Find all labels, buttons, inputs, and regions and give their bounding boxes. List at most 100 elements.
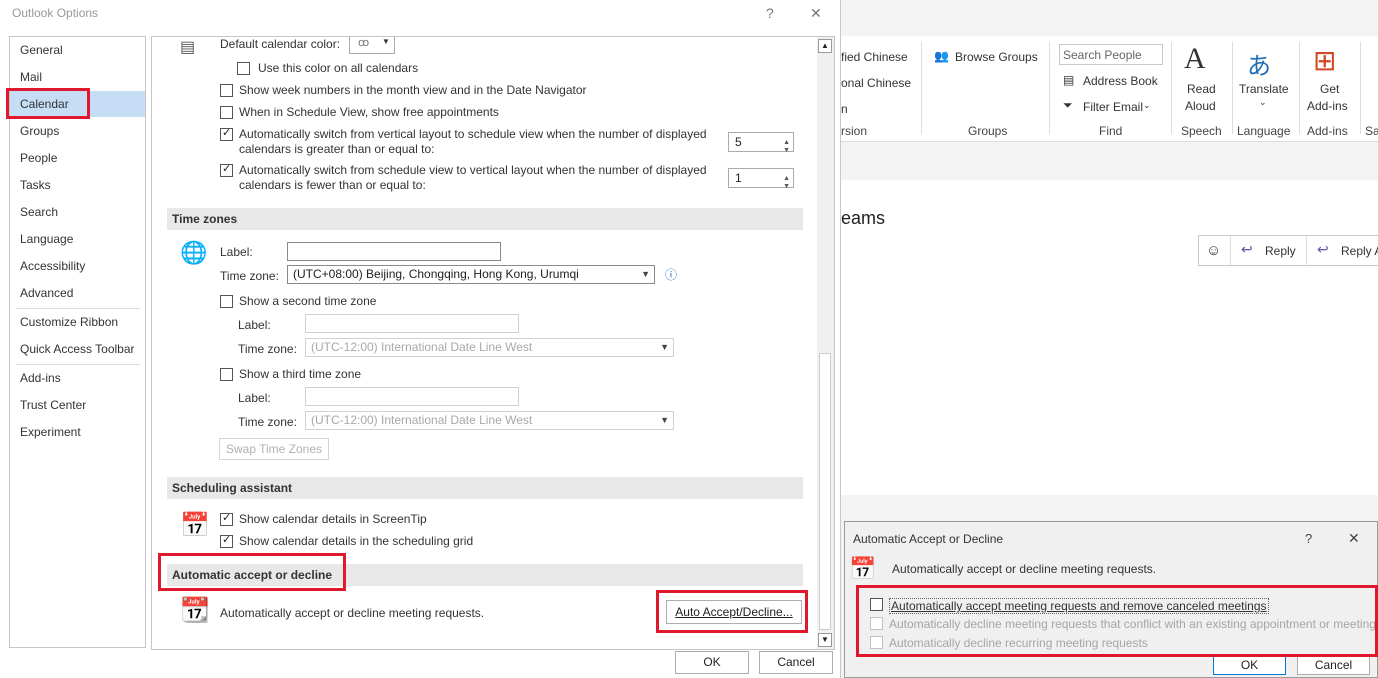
reply-button[interactable]: Reply <box>1265 244 1296 258</box>
third-tz-checkbox[interactable] <box>220 368 233 381</box>
scrollbar[interactable]: ▲ ▼ <box>817 37 834 649</box>
filter-email-button[interactable]: Filter Email <box>1083 100 1143 114</box>
read-aloud-icon: A <box>1184 42 1206 75</box>
third-tz-label-label: Label: <box>238 391 271 405</box>
auto-switch-2-spinner[interactable]: 1 ▲ ▼ <box>728 168 794 190</box>
chevron-down-icon: ▼ <box>660 342 669 352</box>
second-tz-label-input[interactable] <box>305 314 519 333</box>
globe-icon: 🌐 <box>180 240 208 265</box>
lang-item-1[interactable]: fied Chinese <box>841 50 908 64</box>
lang-item-3[interactable]: n <box>841 102 848 116</box>
auto-help-button[interactable]: ? <box>1305 531 1312 546</box>
reply-all-button[interactable]: Reply A <box>1341 244 1378 258</box>
version-group-label: rsion <box>841 124 868 138</box>
auto-dialog-title: Automatic Accept or Decline <box>853 532 1004 546</box>
second-tz-checkbox[interactable] <box>220 295 233 308</box>
nav-tasks[interactable]: Tasks <box>10 172 145 198</box>
second-tz-timezone-label: Time zone: <box>238 342 297 356</box>
use-color-all-label: Use this color on all calendars <box>258 61 419 75</box>
lang-item-2[interactable]: onal Chinese <box>841 76 911 90</box>
scroll-down-icon[interactable]: ▼ <box>818 633 832 647</box>
auto-switch-1-label-a: Automatically switch from vertical layou… <box>239 127 707 141</box>
browse-groups-button[interactable]: Browse Groups <box>955 50 1038 64</box>
highlight-auto-options <box>856 585 1378 657</box>
speech-label: Speech <box>1181 124 1222 138</box>
calendar-color-picker[interactable]: ꝏ ▼ <box>349 37 395 54</box>
nav-accessibility[interactable]: Accessibility <box>10 253 145 279</box>
schedule-free-checkbox[interactable] <box>220 106 233 119</box>
info-icon[interactable]: ⓘ <box>665 266 677 283</box>
nav-search[interactable]: Search <box>10 199 145 225</box>
get-label[interactable]: Get <box>1320 82 1339 96</box>
second-tz-select[interactable]: (UTC-12:00) International Date Line West… <box>305 338 674 357</box>
ribbon: fied Chinese onal Chinese n rsion 👥 Brow… <box>841 36 1378 142</box>
color-swatch-icon: ꝏ <box>358 37 370 49</box>
scroll-up-icon[interactable]: ▲ <box>818 39 832 53</box>
tz-label-input[interactable] <box>287 242 501 261</box>
close-button[interactable]: ✕ <box>810 5 822 22</box>
third-tz-label-input[interactable] <box>305 387 519 406</box>
third-tz-select[interactable]: (UTC-12:00) International Date Line West… <box>305 411 674 430</box>
nav-experiment[interactable]: Experiment <box>10 419 145 445</box>
auto-switch-2-label-b: calendars is fewer than or equal to: <box>239 178 426 192</box>
cancel-button[interactable]: Cancel <box>759 651 833 674</box>
auto-ok-button[interactable]: OK <box>1213 655 1286 675</box>
help-button[interactable]: ? <box>766 5 774 21</box>
calendar-icon: 📅 <box>849 556 877 581</box>
ok-button[interactable]: OK <box>675 651 749 674</box>
auto-switch-1-value: 5 <box>735 135 742 149</box>
groups-label: Groups <box>968 124 1008 138</box>
nav-quick-access-toolbar[interactable]: Quick Access Toolbar <box>10 336 145 362</box>
auto-switch-1-label-b: calendars is greater than or equal to: <box>239 142 435 156</box>
nav-advanced[interactable]: Advanced <box>10 280 145 306</box>
week-numbers-checkbox[interactable] <box>220 84 233 97</box>
addins-group-label: Add-ins <box>1307 124 1348 138</box>
nav-add-ins[interactable]: Add-ins <box>10 365 145 391</box>
auto-accept-desc: Automatically accept or decline meeting … <box>220 606 485 620</box>
address-book-button[interactable]: Address Book <box>1083 74 1158 88</box>
auto-switch-2-label-a: Automatically switch from schedule view … <box>239 163 707 177</box>
address-book-icon: ▤ <box>1063 73 1075 87</box>
tz-label-label: Label: <box>220 245 253 259</box>
nav-people[interactable]: People <box>10 145 145 171</box>
auto-close-button[interactable]: ✕ <box>1348 530 1360 547</box>
spin-down-icon[interactable]: ▼ <box>783 178 790 196</box>
time-zones-header: Time zones <box>167 208 803 230</box>
people-icon: 👥 <box>934 49 949 63</box>
nav-trust-center[interactable]: Trust Center <box>10 392 145 418</box>
screentip-checkbox[interactable] <box>220 511 233 526</box>
mail-subject: eams <box>841 208 886 228</box>
use-color-all-checkbox[interactable] <box>237 62 250 75</box>
swap-time-zones-button[interactable]: Swap Time Zones <box>219 438 329 460</box>
reply-toolbar: ☺ ↩ Reply ↩ Reply A <box>1198 235 1378 266</box>
addins-label[interactable]: Add-ins <box>1307 99 1348 113</box>
emoji-icon[interactable]: ☺ <box>1206 242 1221 259</box>
scheduling-icon: 📅 <box>180 512 210 539</box>
auto-cancel-button[interactable]: Cancel <box>1297 655 1370 675</box>
search-people-box[interactable]: Search People <box>1059 44 1163 65</box>
nav-mail[interactable]: Mail <box>10 64 145 90</box>
nav-general[interactable]: General <box>10 37 145 63</box>
nav-customize-ribbon[interactable]: Customize Ribbon <box>10 309 145 335</box>
chevron-down-icon: ▼ <box>382 37 390 46</box>
nav-groups[interactable]: Groups <box>10 118 145 144</box>
auto-switch-2-checkbox[interactable] <box>220 162 233 177</box>
auto-switch-1-spinner[interactable]: 5 ▲ ▼ <box>728 132 794 154</box>
tz-select-value: (UTC+08:00) Beijing, Chongqing, Hong Kon… <box>293 267 579 281</box>
highlight-auto-accept-button <box>656 590 808 633</box>
reply-icon: ↩ <box>1241 241 1253 257</box>
calendar-check-icon: 📆 <box>180 597 210 624</box>
second-tz-label-label: Label: <box>238 318 271 332</box>
aloud-label[interactable]: Aloud <box>1185 99 1216 113</box>
scroll-thumb[interactable] <box>819 353 831 630</box>
default-color-label: Default calendar color: <box>220 37 341 51</box>
spin-down-icon[interactable]: ▼ <box>783 142 790 160</box>
week-numbers-label: Show week numbers in the month view and … <box>239 83 587 97</box>
tz-select[interactable]: (UTC+08:00) Beijing, Chongqing, Hong Kon… <box>287 265 655 284</box>
nav-language[interactable]: Language <box>10 226 145 252</box>
read-label[interactable]: Read <box>1187 82 1216 96</box>
scheduling-grid-checkbox[interactable] <box>220 533 233 548</box>
translate-icon: あ <box>1247 53 1271 80</box>
auto-switch-1-checkbox[interactable] <box>220 126 233 141</box>
translate-button[interactable]: Translate <box>1239 82 1289 96</box>
